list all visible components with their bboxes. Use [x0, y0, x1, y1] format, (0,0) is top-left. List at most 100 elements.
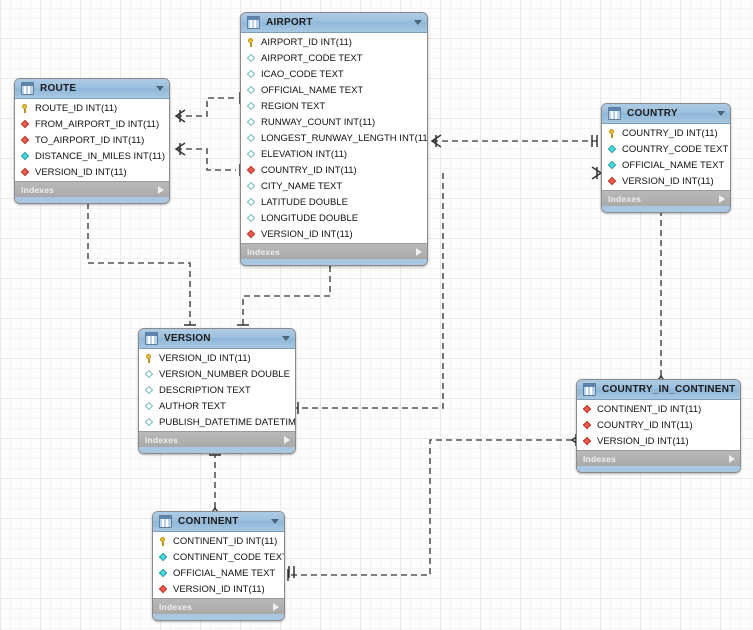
column-diamond-icon: [145, 402, 154, 411]
column-row[interactable]: VERSION_ID INT(11): [139, 350, 295, 366]
column-row[interactable]: ELEVATION INT(11): [241, 146, 427, 162]
column-row[interactable]: CONTINENT_CODE TEXT: [153, 549, 284, 565]
expand-arrow-icon[interactable]: [273, 602, 279, 611]
column-row[interactable]: AIRPORT_CODE TEXT: [241, 50, 427, 66]
column-row[interactable]: LONGITUDE DOUBLE: [241, 210, 427, 226]
column-label: LONGEST_RUNWAY_LENGTH INT(11): [261, 132, 428, 144]
table-country[interactable]: COUNTRY COUNTRY_ID INT(11) COUNTRY_CODE …: [601, 103, 731, 213]
indexes-label: Indexes: [247, 246, 281, 257]
chevron-down-icon[interactable]: [282, 336, 290, 341]
column-row[interactable]: OFFICIAL_NAME TEXT: [602, 157, 730, 173]
chevron-down-icon[interactable]: [271, 519, 279, 524]
table-route[interactable]: ROUTE ROUTE_ID INT(11) FROM_AIRPORT_ID I…: [14, 78, 170, 204]
expand-arrow-icon[interactable]: [729, 454, 735, 463]
column-row[interactable]: PUBLISH_DATETIME DATETIME: [139, 414, 295, 430]
column-row[interactable]: FROM_AIRPORT_ID INT(11): [15, 116, 169, 132]
column-row[interactable]: CITY_NAME TEXT: [241, 178, 427, 194]
link-route-from-airport: [176, 97, 236, 117]
column-row[interactable]: REGION TEXT: [241, 98, 427, 114]
column-row[interactable]: AIRPORT_ID INT(11): [241, 34, 427, 50]
column-row[interactable]: LONGEST_RUNWAY_LENGTH INT(11): [241, 130, 427, 146]
column-row[interactable]: OFFICIAL_NAME TEXT: [153, 565, 284, 581]
table-header-continent[interactable]: CONTINENT: [153, 512, 284, 532]
foreign-key-diamond-icon: [21, 168, 30, 177]
column-list-country-in-continent: CONTINENT_ID INT(11) COUNTRY_ID INT(11) …: [577, 400, 740, 450]
expand-arrow-icon[interactable]: [719, 194, 725, 203]
column-row[interactable]: VERSION_ID INT(11): [241, 226, 427, 242]
foreign-key-diamond-icon: [583, 405, 592, 414]
indexes-bar-country-in-continent[interactable]: Indexes: [577, 450, 740, 466]
column-row[interactable]: LATITUDE DOUBLE: [241, 194, 427, 210]
indexes-bar-route[interactable]: Indexes: [15, 181, 169, 197]
table-footer: [602, 206, 730, 212]
column-diamond-icon: [247, 102, 256, 111]
table-country-in-continent[interactable]: COUNTRY_IN_CONTINENT CONTINENT_ID INT(11…: [576, 379, 741, 473]
column-label: ROUTE_ID INT(11): [35, 102, 118, 114]
indexes-bar-version[interactable]: Indexes: [139, 431, 295, 447]
column-label: OFFICIAL_NAME TEXT: [173, 567, 276, 579]
column-row[interactable]: COUNTRY_CODE TEXT: [602, 141, 730, 157]
table-name-version: VERSION: [164, 333, 211, 344]
column-row[interactable]: VERSION_ID INT(11): [153, 581, 284, 597]
indexes-label: Indexes: [159, 601, 193, 612]
column-label: PUBLISH_DATETIME DATETIME: [159, 416, 296, 428]
column-row[interactable]: COUNTRY_ID INT(11): [241, 162, 427, 178]
link-airport-version: [242, 266, 331, 325]
expand-arrow-icon[interactable]: [158, 185, 164, 194]
column-label: DISTANCE_IN_MILES INT(11): [35, 150, 166, 162]
column-label: OFFICIAL_NAME TEXT: [261, 84, 364, 96]
column-diamond-icon: [247, 70, 256, 79]
column-row[interactable]: ICAO_CODE TEXT: [241, 66, 427, 82]
expand-arrow-icon[interactable]: [416, 247, 422, 256]
table-header-country-in-continent[interactable]: COUNTRY_IN_CONTINENT: [577, 380, 740, 400]
column-row[interactable]: COUNTRY_ID INT(11): [577, 417, 740, 433]
indexes-bar-airport[interactable]: Indexes: [241, 243, 427, 259]
er-diagram-canvas[interactable]: ROUTE ROUTE_ID INT(11) FROM_AIRPORT_ID I…: [0, 0, 753, 630]
table-continent[interactable]: CONTINENT CONTINENT_ID INT(11) CONTINENT…: [152, 511, 285, 621]
column-label: AIRPORT_CODE TEXT: [261, 52, 363, 64]
foreign-key-diamond-icon: [608, 177, 617, 186]
column-row[interactable]: DISTANCE_IN_MILES INT(11): [15, 148, 169, 164]
table-header-airport[interactable]: AIRPORT: [241, 13, 427, 33]
chevron-down-icon[interactable]: [717, 111, 725, 116]
column-label: AUTHOR TEXT: [159, 400, 226, 412]
indexes-label: Indexes: [145, 434, 179, 445]
column-row[interactable]: OFFICIAL_NAME TEXT: [241, 82, 427, 98]
expand-arrow-icon[interactable]: [284, 435, 290, 444]
column-row[interactable]: ROUTE_ID INT(11): [15, 100, 169, 116]
column-row[interactable]: CONTINENT_ID INT(11): [153, 533, 284, 549]
chevron-down-icon[interactable]: [156, 86, 164, 91]
column-label: ICAO_CODE TEXT: [261, 68, 344, 80]
column-row[interactable]: COUNTRY_ID INT(11): [602, 125, 730, 141]
column-row[interactable]: VERSION_NUMBER DOUBLE: [139, 366, 295, 382]
column-list-version: VERSION_ID INT(11) VERSION_NUMBER DOUBLE…: [139, 349, 295, 431]
indexes-bar-country[interactable]: Indexes: [602, 190, 730, 206]
indexes-bar-continent[interactable]: Indexes: [153, 598, 284, 614]
link-route-to-airport: [176, 148, 236, 171]
column-row[interactable]: AUTHOR TEXT: [139, 398, 295, 414]
column-label: VERSION_ID INT(11): [159, 352, 251, 364]
table-icon: [247, 16, 260, 29]
table-name-country: COUNTRY: [627, 108, 678, 119]
chevron-down-icon[interactable]: [739, 387, 740, 392]
column-row[interactable]: VERSION_ID INT(11): [15, 164, 169, 180]
table-header-route[interactable]: ROUTE: [15, 79, 169, 99]
table-footer: [15, 197, 169, 203]
table-header-country[interactable]: COUNTRY: [602, 104, 730, 124]
table-version[interactable]: VERSION VERSION_ID INT(11) VERSION_NUMBE…: [138, 328, 296, 454]
column-row[interactable]: DESCRIPTION TEXT: [139, 382, 295, 398]
column-row[interactable]: TO_AIRPORT_ID INT(11): [15, 132, 169, 148]
foreign-key-diamond-icon: [247, 230, 256, 239]
column-label: AIRPORT_ID INT(11): [261, 36, 352, 48]
column-row[interactable]: VERSION_ID INT(11): [577, 433, 740, 449]
column-label: COUNTRY_ID INT(11): [622, 127, 718, 139]
foreign-key-diamond-icon: [583, 437, 592, 446]
table-header-version[interactable]: VERSION: [139, 329, 295, 349]
column-row[interactable]: VERSION_ID INT(11): [602, 173, 730, 189]
table-name-airport: AIRPORT: [266, 17, 313, 28]
column-label: ELEVATION INT(11): [261, 148, 348, 160]
column-row[interactable]: CONTINENT_ID INT(11): [577, 401, 740, 417]
chevron-down-icon[interactable]: [414, 20, 422, 25]
table-airport[interactable]: AIRPORT AIRPORT_ID INT(11) AIRPORT_CODE …: [240, 12, 428, 266]
column-row[interactable]: RUNWAY_COUNT INT(11): [241, 114, 427, 130]
